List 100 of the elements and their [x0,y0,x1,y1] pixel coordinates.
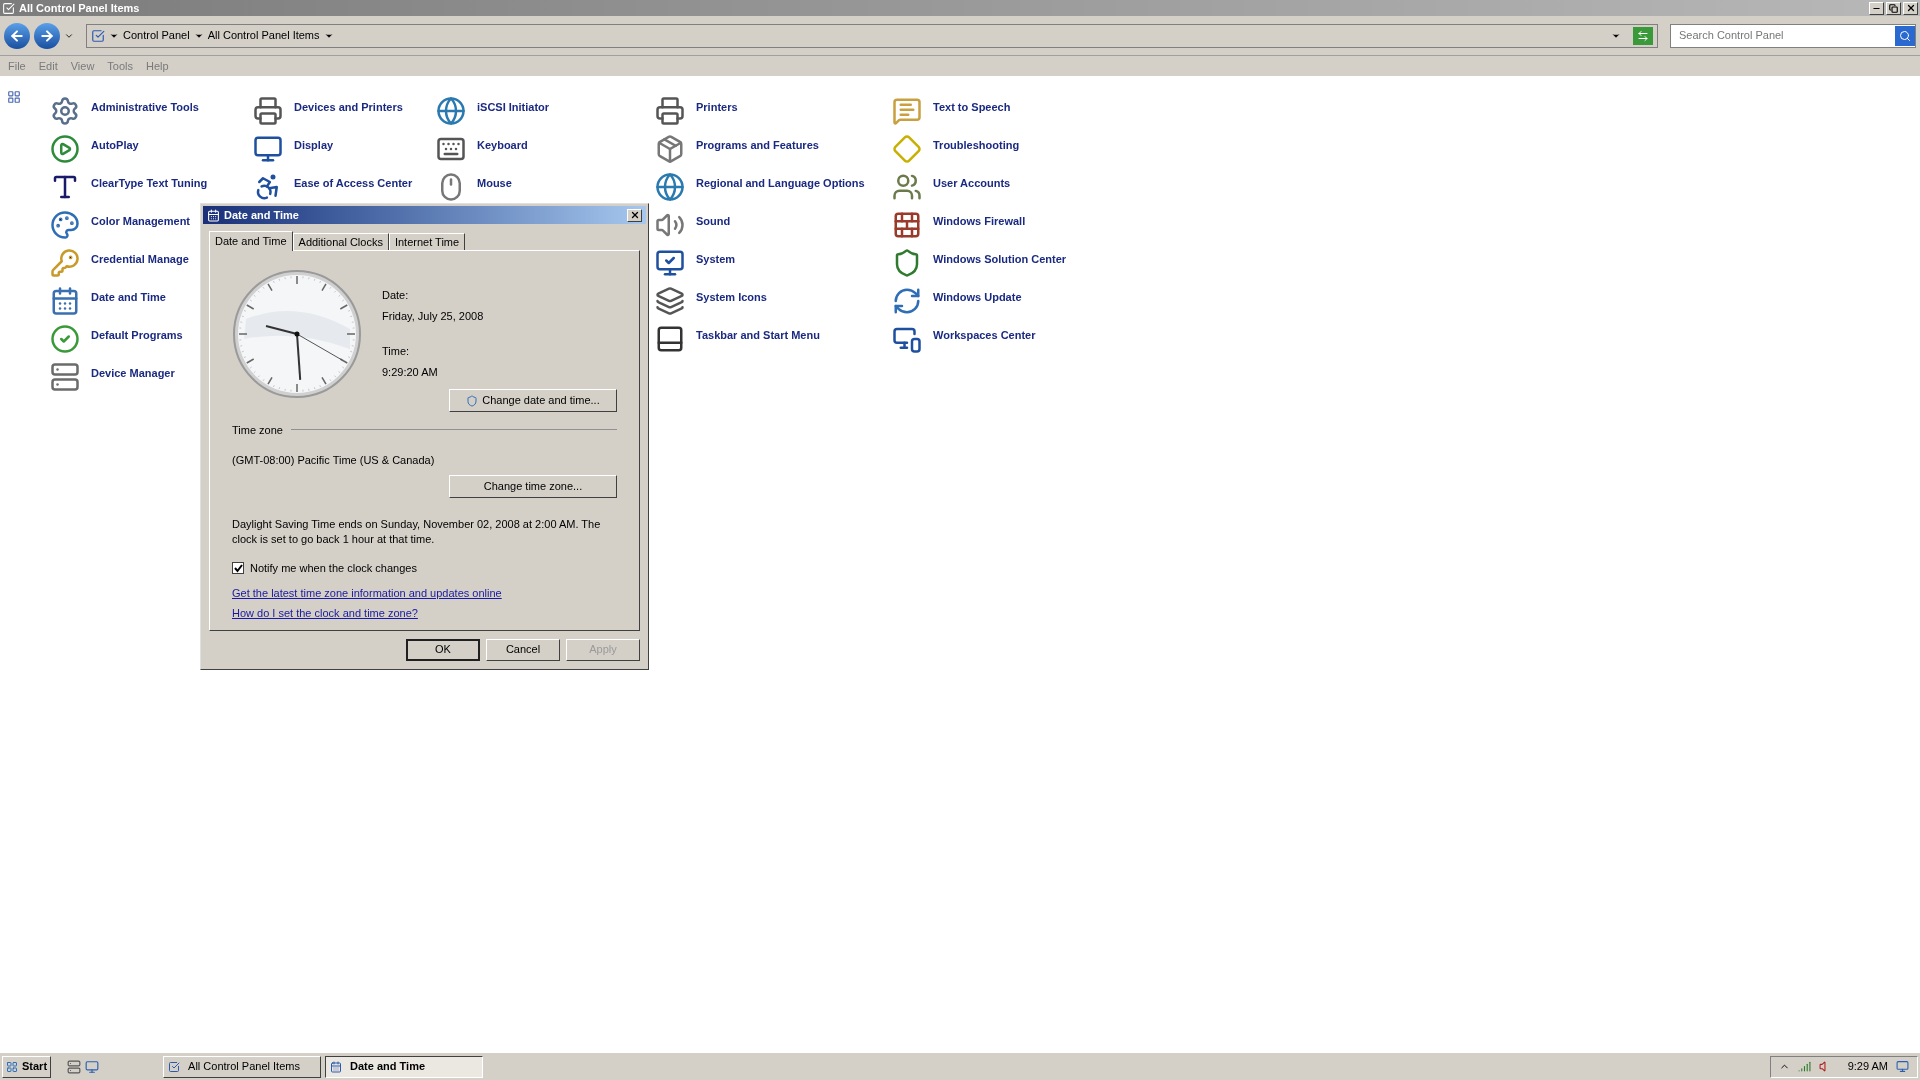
dialog-button[interactable]: OK [406,638,480,661]
panel-icon[interactable] [655,324,685,354]
dialog-button[interactable]: Cancel [486,638,560,661]
play-icon[interactable] [50,134,80,164]
search-icon [1899,29,1911,42]
applet-link[interactable]: Date and Time [91,289,166,306]
users-icon[interactable] [892,172,922,202]
search-button[interactable] [1895,25,1915,46]
applet-link[interactable]: Mouse [477,175,512,192]
globe-icon[interactable] [655,172,685,202]
window-title: All Control Panel Items [19,0,140,16]
applet-link[interactable]: Keyboard [477,137,528,154]
applet-link[interactable]: Programs and Features [696,137,819,154]
printer-icon[interactable] [655,96,685,126]
layers-icon[interactable] [655,286,685,316]
address-bar[interactable]: Control Panel All Control Panel Items [86,23,1658,48]
help-link[interactable]: How do I set the clock and time zone? [232,605,617,622]
time-value: 9:29:20 AM [382,364,439,380]
applet-link[interactable]: System [696,251,736,268]
help-link[interactable]: Get the latest time zone information and updates online [232,584,617,601]
calendar-icon [207,208,220,222]
calendar-icon [330,1060,343,1073]
dst-note: Daylight Saving Time ends on Sunday, November 02, 2008 at 2:00 AM. The clock is set to go back 1 hour at that time. [232,517,602,547]
taskbar-button[interactable]: All Control Panel Items [163,1055,322,1078]
restore-button[interactable] [1886,1,1901,15]
checkbox[interactable] [232,562,244,575]
desktop-icon[interactable] [1896,1060,1909,1073]
control-panel-icon [2,1,15,15]
change-time-zone-button[interactable]: Change time zone... [449,475,617,498]
pane-icon[interactable] [7,90,21,104]
date-value: Friday, July 25, 2008 [382,308,484,324]
breadcrumb-item[interactable]: Control Panel [123,27,190,44]
check-icon[interactable] [50,324,80,354]
close-icon [629,210,640,220]
breadcrumb-item[interactable]: All Control Panel Items [207,27,320,44]
network-icon[interactable] [1797,1060,1811,1073]
time-label: Time: [382,344,411,359]
key-icon[interactable] [50,248,80,278]
server-icon[interactable] [50,362,80,392]
monitor-icon[interactable] [655,248,685,278]
globe-icon[interactable] [436,96,466,126]
applet-link[interactable]: Windows Firewall [933,213,1026,230]
tab[interactable]: Date and Time [209,231,293,251]
dialog-title: Date and Time [224,207,299,223]
applet-link[interactable]: iSCSI Initiator [477,99,550,116]
search-field[interactable]: Search Control Panel [1670,23,1916,48]
taskbar-button[interactable]: Date and Time [325,1055,484,1078]
tab[interactable]: Internet Time [388,233,466,250]
applet-link[interactable]: Windows Solution Center [933,251,1067,268]
tray-clock[interactable]: 9:29 AM [1847,1058,1888,1075]
forward-button[interactable] [34,22,60,49]
applet-link[interactable]: Regional and Language Options [696,175,865,192]
back-button[interactable] [4,22,30,49]
applet-link[interactable]: Device Manager [91,365,175,382]
applet-link[interactable]: Windows Update [933,289,1022,306]
forward-arrow-icon [39,27,55,44]
calendar-icon[interactable] [50,286,80,316]
monitor-icon[interactable] [253,134,283,164]
printer-icon[interactable] [253,96,283,126]
close-button[interactable] [1903,1,1918,15]
applet-link[interactable]: ClearType Text Tuning [91,175,208,192]
palette-icon[interactable] [50,210,80,240]
search-input[interactable]: Search Control Panel [1679,27,1895,44]
tab[interactable]: Additional Clocks [292,233,389,250]
applet-link[interactable]: System Icons [696,289,767,306]
minimize-button[interactable] [1869,1,1884,15]
applet-link[interactable]: Devices and Printers [294,99,403,116]
close-icon [1905,3,1916,13]
applet-link[interactable]: Default Programs [91,327,183,344]
applet-link[interactable]: Troubleshooting [933,137,1020,154]
server-icon[interactable] [67,1059,82,1074]
refresh-icon[interactable] [892,286,922,316]
applet-link[interactable]: Credential Manage [91,251,189,268]
applet-link[interactable]: Administrative Tools [91,99,199,116]
close-button[interactable] [627,208,642,222]
applet-link[interactable]: Ease of Access Center [294,175,413,192]
gear-icon[interactable] [50,96,80,126]
control-panel-icon [168,1060,181,1073]
date-label: Date: [382,288,410,303]
applet-link[interactable]: Display [294,137,334,154]
change-date-time-button[interactable]: Change date and time... [449,389,617,412]
applet-link[interactable]: Workspaces Center [933,327,1036,344]
applet-link[interactable]: Color Management [91,213,190,230]
applet-link[interactable]: Sound [696,213,731,230]
refresh-button[interactable] [1633,26,1653,45]
restore-icon [1889,3,1898,13]
desktop-icon[interactable] [85,1059,100,1074]
package-icon[interactable] [655,134,685,164]
applet-link[interactable]: Taskbar and Start Menu [696,327,820,344]
control-panel-icon [91,28,105,43]
refresh-icon [1637,29,1649,42]
time-zone-value: (GMT-08:00) Pacific Time (US & Canada) [232,452,436,468]
start-button[interactable]: Start [2,1055,52,1078]
brick-wall-icon[interactable] [892,210,922,240]
section-heading: Time zone [232,423,283,438]
applet-link[interactable]: Printers [696,99,738,116]
applet-link[interactable]: Text to Speech [933,99,1011,116]
applet-link[interactable]: AutoPlay [91,137,139,154]
applet-link[interactable]: User Accounts [933,175,1011,192]
shield-icon [466,394,479,407]
